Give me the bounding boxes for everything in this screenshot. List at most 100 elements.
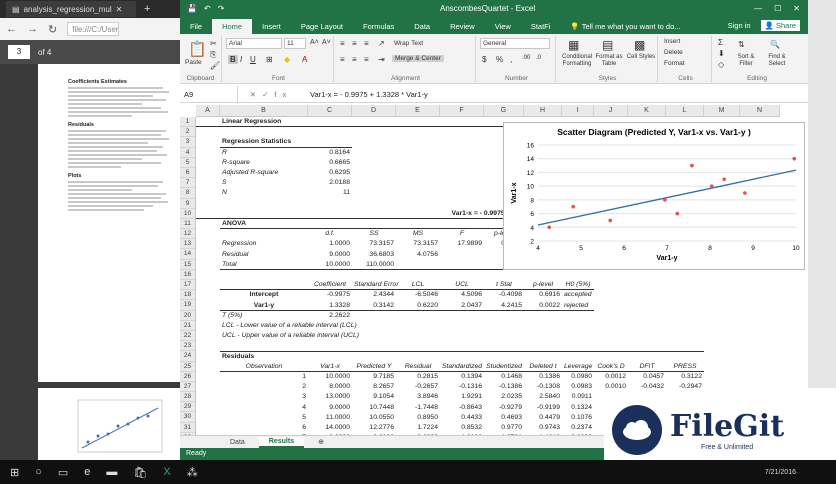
browser-tab[interactable]: ▤ analysis_regression_mul ✕ [6,1,136,17]
row-header-23[interactable]: 23 [180,341,195,352]
tab-data[interactable]: Data [404,19,440,34]
row-header-19[interactable]: 19 [180,300,195,311]
tab-review[interactable]: Review [440,19,485,34]
stat-label[interactable]: R-square [222,158,306,168]
residual-cell[interactable]: 9.1054 [354,392,394,402]
anova-header[interactable]: SS [354,229,394,239]
decrease-decimal-icon[interactable]: .0 [536,55,541,61]
row-header-1[interactable]: 1 [180,117,195,128]
residual-cell[interactable]: -0.1316 [442,382,482,392]
residual-cell[interactable]: -0.9279 [486,403,522,413]
wrap-text-button[interactable]: Wrap Text [394,40,423,47]
scatter-chart[interactable]: Scatter Diagram (Predicted Y, Var1-x vs.… [503,122,805,270]
anova-cell[interactable] [442,250,482,260]
residual-cell[interactable]: -0.1308 [526,382,560,392]
tab-home[interactable]: Home [212,19,253,34]
column-header-g[interactable]: G [484,105,524,117]
windows-start-icon[interactable]: ⊞ [10,466,19,479]
row-header-2[interactable]: 2 [180,127,195,138]
row-header-9[interactable]: 9 [180,199,195,209]
format-painter-icon[interactable]: 🖌 [210,61,220,70]
close-tab-icon[interactable]: ✕ [116,5,123,14]
worksheet-grid[interactable]: ABCDEFGHIJKLMN 1 2 3 4 5 6 7 8 9 10 11 12 13 14 15 16 17… [180,105,808,435]
back-icon[interactable]: ← [6,23,17,35]
tab-formulas[interactable]: Formulas [353,19,404,34]
new-tab-icon[interactable]: + [144,3,150,15]
cell-styles-button[interactable]: Cell Styles [626,54,656,61]
italic-icon[interactable]: I [240,55,242,64]
stat-value[interactable]: 0.6295 [310,168,350,178]
align-center-icon[interactable]: ≡ [352,55,357,64]
residual-cell[interactable]: 9.7185 [354,372,394,382]
format-cells-button[interactable]: Format [664,60,685,67]
indent-icon[interactable]: ⇥ [378,55,385,64]
t-value[interactable]: 2.2622 [310,311,350,321]
increase-decimal-icon[interactable]: .00 [522,55,530,61]
residual-cell[interactable]: -0.9199 [526,403,560,413]
residual-cell[interactable]: 2.0235 [486,392,522,402]
residual-cell[interactable]: 0.2815 [398,372,438,382]
anova-cell[interactable]: 17.9899 [442,239,482,249]
stat-value[interactable]: 0.6665 [310,158,350,168]
residual-cell[interactable]: 0.9770 [486,423,522,433]
close-icon[interactable]: ✕ [793,4,800,13]
sort-filter-button[interactable]: Sort & Filter [732,54,760,68]
paste-button[interactable]: Paste [185,59,202,66]
residual-cell[interactable]: 9.0000 [310,403,350,413]
residual-cell[interactable]: 0.8950 [398,413,438,423]
enter-icon[interactable]: ✓ [262,90,274,99]
stat-value[interactable]: 0.8164 [310,148,350,158]
residual-cell[interactable]: -0.8643 [442,403,482,413]
page-number-input[interactable]: 3 [8,45,30,59]
row-header-7[interactable]: 7 [180,178,195,189]
residual-cell[interactable]: 0.1394 [442,372,482,382]
anova-header[interactable]: MS [398,229,438,239]
residual-cell[interactable]: 0.0012 [596,372,626,382]
coef-cell[interactable]: 4.5096 [442,290,482,300]
row-header-8[interactable]: 8 [180,188,195,199]
residual-cell[interactable]: 0.0911 [564,392,592,402]
row-header-21[interactable]: 21 [180,321,195,331]
row-header-16[interactable]: 16 [180,270,195,280]
residual-cell[interactable]: 0.0980 [564,372,592,382]
residual-cell[interactable]: 1.9291 [442,392,482,402]
coef-cell[interactable]: -6.5046 [398,290,438,300]
anova-header[interactable]: d.f. [310,229,350,239]
bold-icon[interactable]: B [228,55,238,64]
comma-icon[interactable]: , [510,55,512,64]
residual-cell[interactable]: 0.9743 [526,423,560,433]
row-header-17[interactable]: 17 [180,280,195,291]
residual-cell[interactable]: -1.7448 [398,403,438,413]
column-header-d[interactable]: D [352,105,396,117]
conditional-formatting-icon[interactable]: ▦ [568,38,579,52]
row-header-30[interactable]: 30 [180,412,195,423]
ucl-note[interactable]: UCL - Upper value of a reliable interval… [222,331,438,341]
column-header-c[interactable]: C [308,105,352,117]
address-bar[interactable]: file:///C:/Users/ [67,22,120,36]
align-bottom-icon[interactable]: ≡ [364,39,369,48]
sign-in-link[interactable]: Sign in [728,21,751,30]
anova-cell[interactable]: 9.0000 [310,250,350,260]
residual-cell[interactable]: 8.0000 [310,382,350,392]
insert-cells-button[interactable]: Insert [664,38,680,45]
anova-cell[interactable]: 1.0000 [310,239,350,249]
row-header-12[interactable]: 12 [180,229,195,240]
residual-cell[interactable]: 14.0000 [310,423,350,433]
residual-cell[interactable]: 5 [222,413,306,423]
tab-insert[interactable]: Insert [252,19,291,34]
number-format-select[interactable]: General [480,38,550,49]
residual-cell[interactable]: 2.5840 [526,392,560,402]
orientation-icon[interactable]: ↗ [378,39,385,48]
column-header-h[interactable]: H [524,105,562,117]
save-icon[interactable]: 💾 [187,4,197,13]
tab-view[interactable]: View [485,19,521,34]
stat-label[interactable]: R [222,148,306,158]
refresh-icon[interactable]: ↻ [48,23,57,36]
residual-cell[interactable]: 0.0983 [564,382,592,392]
underline-icon[interactable]: U [250,55,256,64]
row-header-3[interactable]: 3 [180,137,195,148]
column-header-n[interactable]: N [740,105,780,117]
cell-styles-icon[interactable]: ▩ [634,38,645,52]
anova-cell[interactable]: Regression [222,239,306,249]
row-header-10[interactable]: 10 [180,209,195,219]
